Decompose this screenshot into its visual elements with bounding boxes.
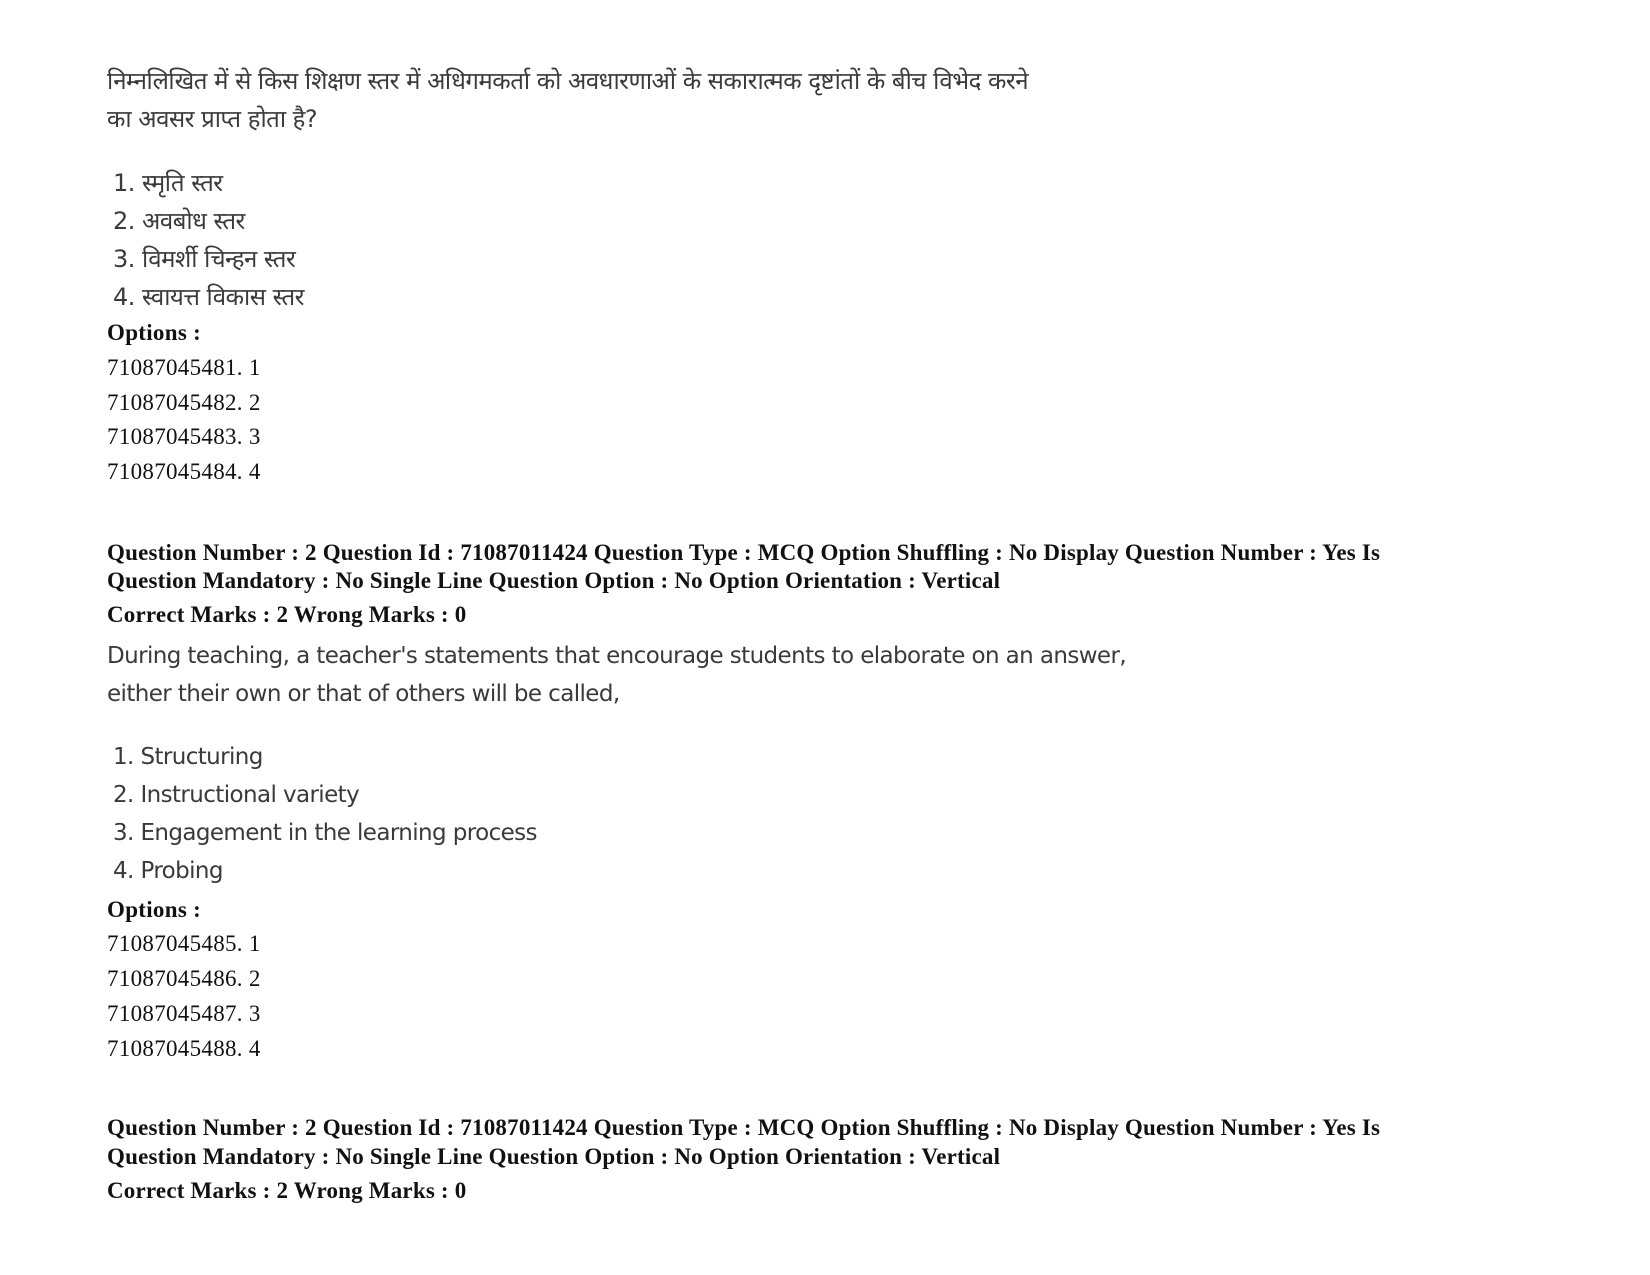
- choice-item: 4. Probing: [113, 858, 224, 884]
- choice-item: 4. स्वायत्त विकास स्तर: [113, 283, 304, 311]
- marks-line: Correct Marks : 2 Wrong Marks : 0: [107, 1178, 467, 1203]
- option-id: 71087045484. 4: [107, 459, 261, 484]
- question-text-line-1: निम्नलिखित में से किस शिक्षण स्तर में अध…: [107, 67, 1029, 95]
- question-meta-line-1: Question Number : 2 Question Id : 710870…: [107, 1115, 1381, 1140]
- option-id: 71087045483. 3: [107, 424, 261, 449]
- choice-item: 1. स्मृति स्तर: [113, 169, 223, 197]
- question-meta-line-2: Question Mandatory : No Single Line Ques…: [107, 568, 1001, 593]
- choice-item: 3. विमर्शी चिन्हन स्तर: [113, 245, 296, 273]
- question-text-line-2: का अवसर प्राप्त होता है?: [107, 105, 318, 133]
- options-label: Options :: [107, 897, 202, 922]
- document-page: निम्नलिखित में से किस शिक्षण स्तर में अध…: [0, 0, 1650, 1275]
- options-label: Options :: [107, 320, 202, 345]
- marks-line: Correct Marks : 2 Wrong Marks : 0: [107, 602, 467, 627]
- question-meta-line-1: Question Number : 2 Question Id : 710870…: [107, 540, 1381, 565]
- question-text-line-2: either their own or that of others will …: [107, 681, 620, 707]
- option-id: 71087045482. 2: [107, 390, 261, 415]
- choice-item: 2. Instructional variety: [113, 782, 360, 808]
- question-text-line-1: During teaching, a teacher's statements …: [107, 643, 1127, 669]
- option-id: 71087045488. 4: [107, 1036, 261, 1061]
- option-id: 71087045485. 1: [107, 931, 261, 956]
- choice-item: 1. Structuring: [113, 744, 263, 770]
- option-id: 71087045486. 2: [107, 966, 261, 991]
- option-id: 71087045487. 3: [107, 1001, 261, 1026]
- choice-item: 3. Engagement in the learning process: [113, 820, 538, 846]
- question-meta-line-2: Question Mandatory : No Single Line Ques…: [107, 1144, 1001, 1169]
- choice-item: 2. अवबोध स्तर: [113, 207, 245, 235]
- option-id: 71087045481. 1: [107, 355, 261, 380]
